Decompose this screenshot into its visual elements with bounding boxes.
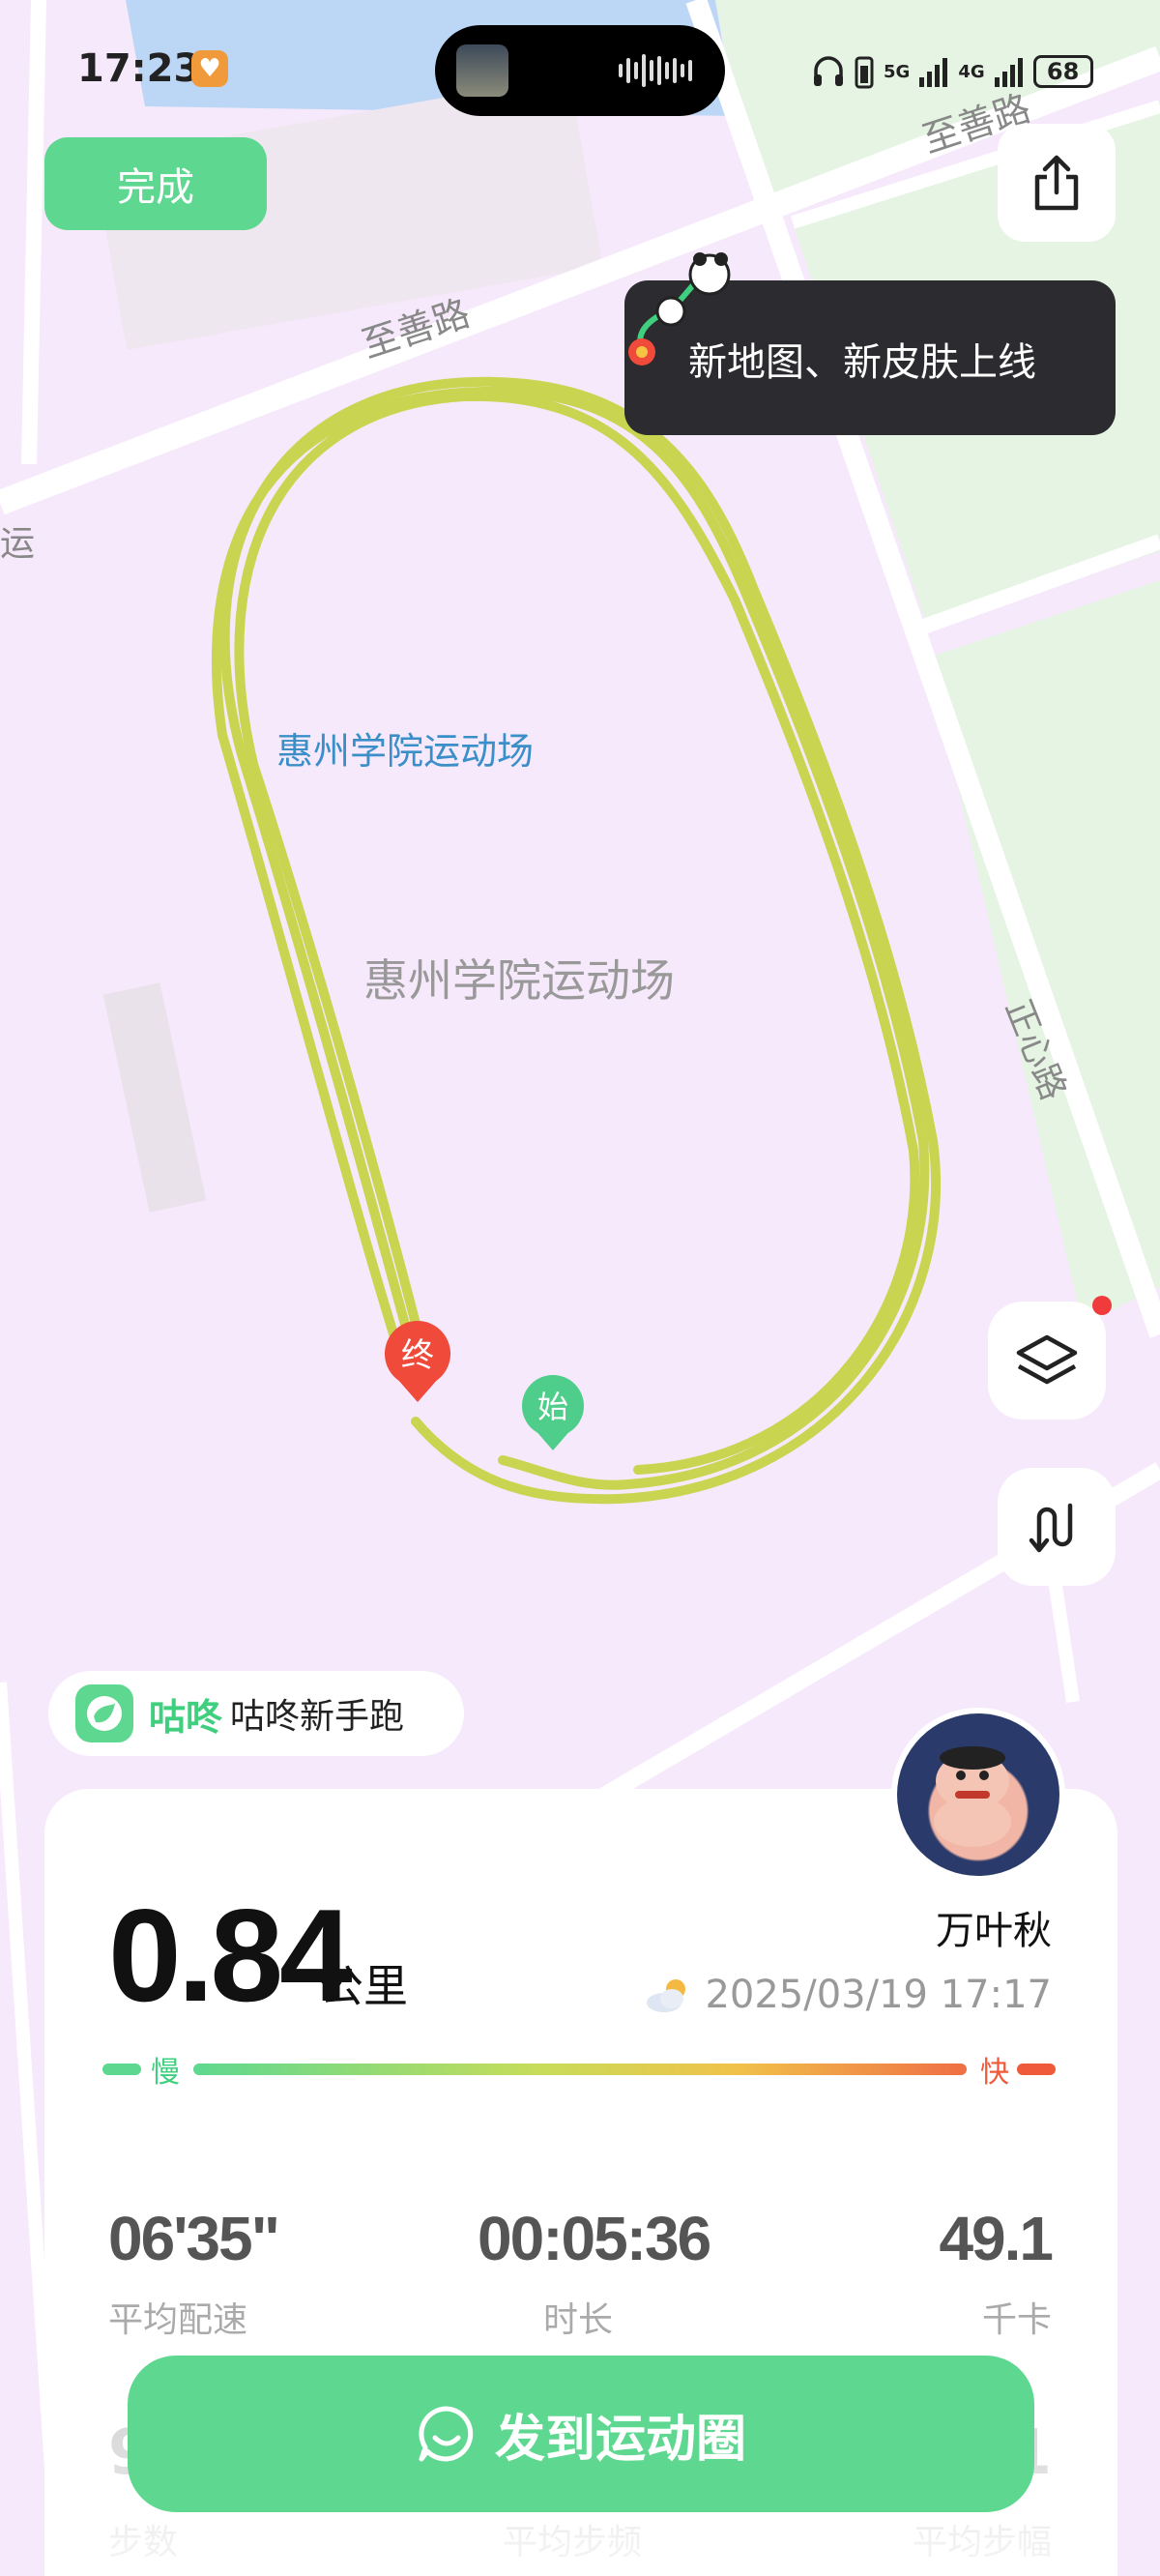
- run-mode-tag[interactable]: 咕咚 咕咚新手跑: [48, 1671, 464, 1756]
- avg-pace-label: 平均配速: [108, 2300, 248, 2340]
- venue-label-blue: 惠州学院运动场: [276, 730, 534, 773]
- weather-cloudy-icon: [647, 1979, 686, 2012]
- steps-label: 步数: [108, 2523, 179, 2562]
- layers-button[interactable]: [988, 1296, 1112, 1420]
- status-bar: 17:23 ♥ 5G 4G 68: [0, 0, 1160, 135]
- new-feature-tooltip[interactable]: 新地图、新皮肤上线: [624, 252, 1116, 435]
- route-icon: [1029, 1503, 1073, 1553]
- workout-datetime: 2025/03/19 17:17: [643, 1973, 1052, 2017]
- duration-label: 时长: [543, 2300, 614, 2340]
- post-to-feed-button[interactable]: 发到运动圈: [128, 2356, 1034, 2512]
- pace-fast-label: 快: [980, 2056, 1009, 2090]
- audio-wave-icon: [619, 54, 692, 87]
- venue-label: 惠州学院运动场: [363, 954, 675, 1007]
- layers-icon: [1016, 1334, 1078, 1385]
- chat-smile-icon: [419, 2406, 474, 2462]
- share-button[interactable]: [998, 124, 1116, 242]
- phone-battery-icon: [855, 56, 874, 89]
- headphones-icon: [814, 56, 843, 86]
- pace-gradient-bar: 慢 快: [102, 2056, 1056, 2090]
- share-icon: [1034, 155, 1079, 211]
- status-icons: 5G 4G 68: [812, 50, 1093, 93]
- network-5g-label: 5G: [884, 61, 911, 82]
- battery-indicator: 68: [1032, 55, 1093, 88]
- username: 万叶秋: [936, 1909, 1052, 1953]
- pace-gradient: [193, 2064, 967, 2075]
- dynamic-island[interactable]: [435, 25, 725, 116]
- tag-brand: 咕咚: [149, 1695, 223, 1739]
- duration-value: 00:05:36: [478, 2204, 711, 2273]
- route-playback-button[interactable]: [998, 1468, 1116, 1586]
- done-button[interactable]: 完成: [44, 137, 267, 230]
- cadence-label: 平均步频: [503, 2523, 643, 2562]
- tag-label: 咕咚新手跑: [230, 1697, 405, 1737]
- avatar-image: [934, 1746, 1011, 1847]
- notification-heart-icon: ♥: [191, 50, 228, 87]
- pace-slow-label: 慢: [151, 2056, 180, 2090]
- distance-unit: 公里: [319, 1960, 408, 2012]
- tooltip-text: 新地图、新皮肤上线: [688, 340, 1036, 385]
- stride-label: 平均步幅: [912, 2523, 1052, 2562]
- end-marker-label: 终: [401, 1336, 434, 1375]
- calories-value: 49.1: [939, 2204, 1054, 2273]
- app-logo-icon: [75, 1684, 133, 1742]
- post-button-label: 发到运动圈: [494, 2411, 746, 2468]
- datetime-text: 2025/03/19 17:17: [705, 1973, 1052, 2017]
- signal-icon: [919, 58, 948, 87]
- pace-slow-segment: [102, 2064, 141, 2075]
- pace-fast-segment: [1017, 2064, 1056, 2075]
- avg-pace-value: 06'35": [108, 2204, 280, 2273]
- media-thumbnail: [456, 44, 508, 97]
- start-marker-label: 始: [537, 1389, 568, 1425]
- distance-value: 0.84: [108, 1882, 353, 2029]
- status-time: 17:23: [77, 46, 201, 91]
- road-label-fragment: 运: [0, 524, 35, 564]
- network-4g-label: 4G: [958, 61, 985, 82]
- calories-label: 千卡: [981, 2300, 1052, 2340]
- avatar[interactable]: [891, 1708, 1065, 1882]
- notification-dot: [1092, 1296, 1112, 1315]
- signal-icon-2: [994, 58, 1023, 87]
